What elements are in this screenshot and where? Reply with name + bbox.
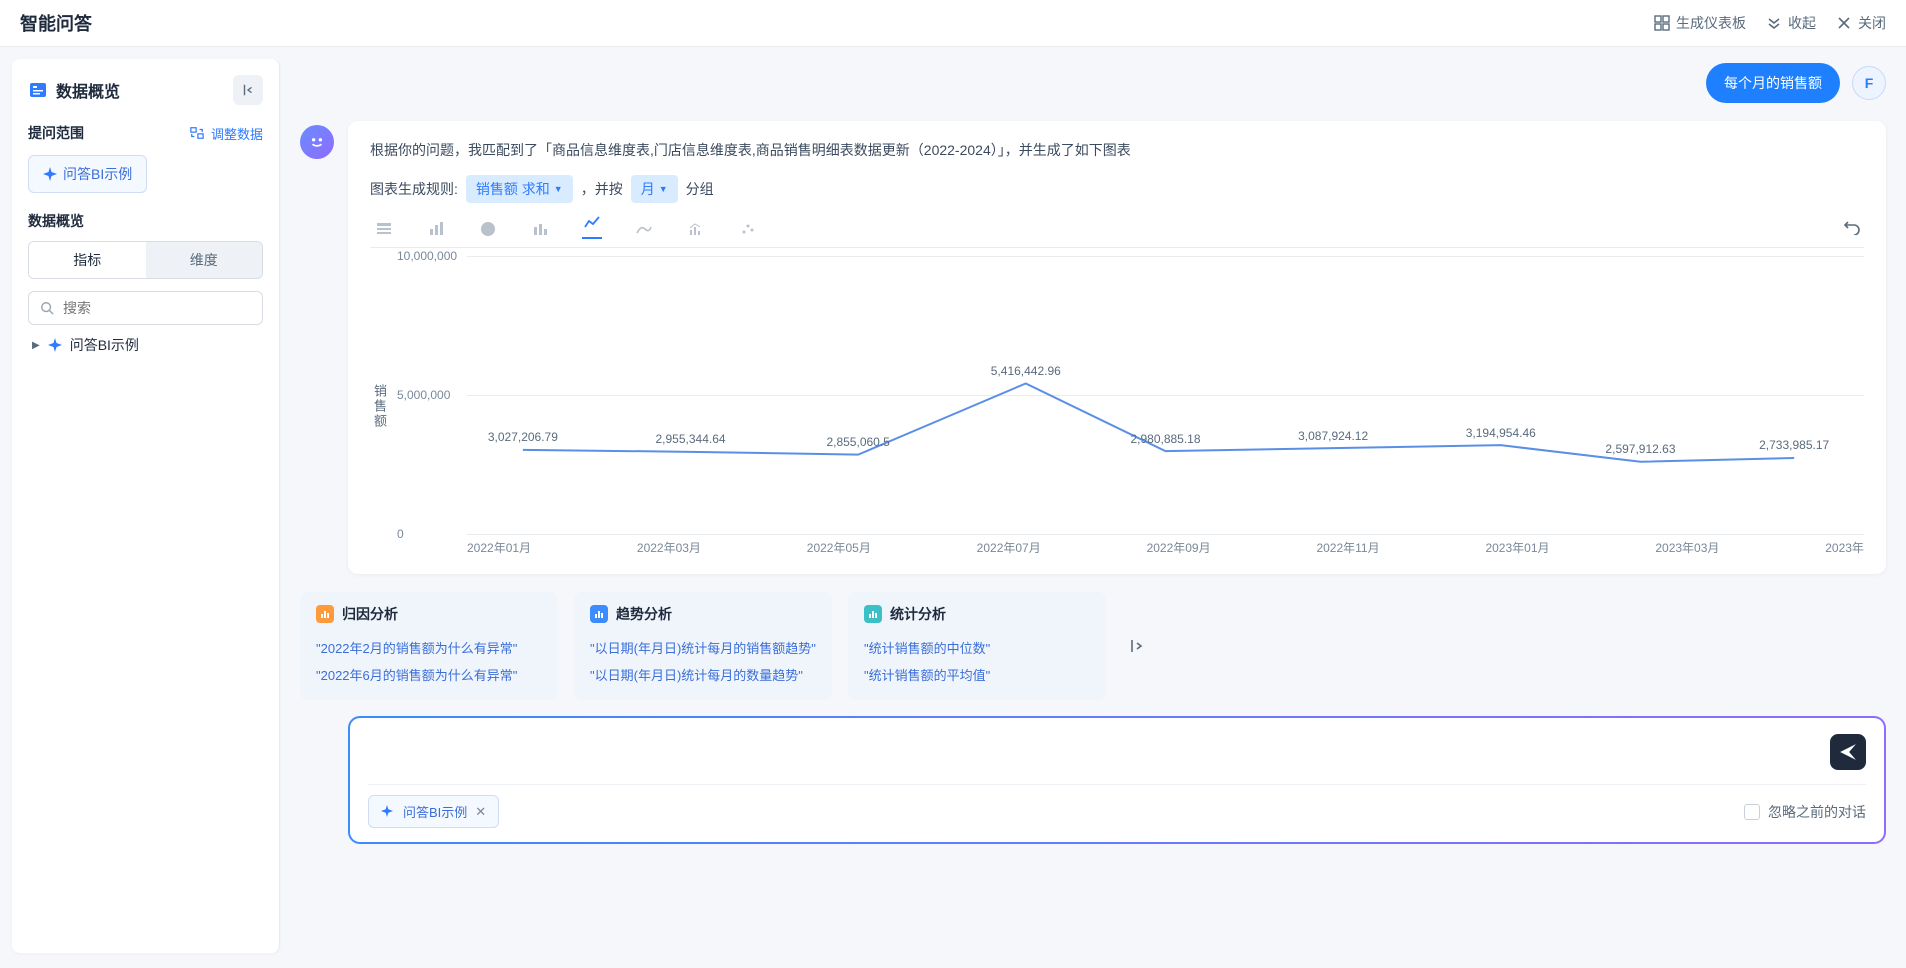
checkbox-icon <box>1744 804 1760 820</box>
ignore-previous-checkbox[interactable]: 忽略之前的对话 <box>1744 802 1866 822</box>
bot-avatar <box>300 125 334 159</box>
chart-type-scatter[interactable] <box>738 219 758 239</box>
x-tick: 2023年03月 <box>1655 539 1719 556</box>
data-point-label: 3,027,206.79 <box>488 430 558 444</box>
data-point-label: 3,194,954.46 <box>1466 426 1536 440</box>
adjust-icon <box>189 125 205 141</box>
y-tick: 5,000,000 <box>397 388 450 402</box>
user-avatar: F <box>1852 66 1886 100</box>
chart-type-table[interactable] <box>374 219 394 239</box>
x-tick: 2022年05月 <box>807 539 871 556</box>
top-header: 智能问答 生成仪表板 收起 关闭 <box>0 0 1906 47</box>
close-button[interactable]: 关闭 <box>1836 13 1886 33</box>
user-query-pill: 每个月的销售额 <box>1706 63 1840 103</box>
sidebar-collapse-button[interactable] <box>233 75 263 105</box>
data-point-label: 2,733,985.17 <box>1759 438 1829 452</box>
data-point-label: 5,416,442.96 <box>991 364 1061 378</box>
data-overview-icon <box>28 80 48 100</box>
suggestion-card: 趋势分析 "以日期(年月日)统计每月的销售额趋势""以日期(年月日)统计每月的数量… <box>574 592 832 700</box>
chevron-down-icon: ▼ <box>659 184 668 194</box>
data-point-label: 2,955,344.64 <box>655 432 725 446</box>
sidebar-title: 数据概览 <box>28 78 120 102</box>
data-point-label: 3,087,924.12 <box>1298 429 1368 443</box>
suggestion-item[interactable]: "统计销售额的平均值" <box>864 661 1090 688</box>
suggestion-item[interactable]: "以日期(年月日)统计每月的数量趋势" <box>590 661 816 688</box>
collapse-button[interactable]: 收起 <box>1766 13 1816 33</box>
suggestion-badge-icon <box>864 605 882 623</box>
x-tick: 2023年 <box>1825 539 1864 556</box>
send-button[interactable] <box>1830 734 1866 770</box>
x-tick: 2023年01月 <box>1485 539 1549 556</box>
chart-type-pie[interactable] <box>478 219 498 239</box>
tab-metric[interactable]: 指标 <box>29 242 146 278</box>
x-tick: 2022年07月 <box>977 539 1041 556</box>
suggestions-expand-button[interactable] <box>1122 592 1152 700</box>
y-tick: 10,000,000 <box>397 249 457 263</box>
adjust-data-link[interactable]: 调整数据 <box>189 124 263 143</box>
x-tick: 2022年09月 <box>1147 539 1211 556</box>
data-point-label: 2,597,912.63 <box>1605 442 1675 456</box>
chevron-down-double-icon <box>1766 15 1782 31</box>
generate-dashboard-button[interactable]: 生成仪表板 <box>1654 13 1746 33</box>
close-icon <box>1836 15 1852 31</box>
suggestion-item[interactable]: "以日期(年月日)统计每月的销售额趋势" <box>590 634 816 661</box>
sparkle-icon <box>381 805 395 819</box>
answer-card: 根据你的问题，我匹配到了「商品信息维度表,门店信息维度表,商品销售明细表数据更新… <box>348 121 1886 574</box>
x-tick: 2022年01月 <box>467 539 531 556</box>
chart-type-bar[interactable] <box>426 219 446 239</box>
sidebar-topic-chip[interactable]: 问答BI示例 <box>28 155 147 193</box>
chart-type-combo[interactable] <box>686 219 706 239</box>
sparkle-icon <box>48 338 62 352</box>
suggestion-title: 趋势分析 <box>616 604 672 624</box>
suggestion-badge-icon <box>316 605 334 623</box>
chat-input[interactable] <box>368 744 1830 760</box>
caret-right-icon: ▶ <box>32 340 40 351</box>
y-axis-label: 销售额 <box>370 384 397 429</box>
suggestion-card: 归因分析 "2022年2月的销售额为什么有异常""2022年6月的销售额为什么有异… <box>300 592 558 700</box>
undo-button[interactable] <box>1844 219 1860 239</box>
metric-chip[interactable]: 销售额 求和 ▼ <box>466 175 573 203</box>
suggestion-badge-icon <box>590 605 608 623</box>
chart-type-stacked-bar[interactable] <box>530 219 550 239</box>
chevron-down-icon: ▼ <box>554 184 563 194</box>
chart-type-line[interactable] <box>582 219 602 239</box>
chart-type-area[interactable] <box>634 219 654 239</box>
x-tick: 2022年03月 <box>637 539 701 556</box>
dashboard-icon <box>1654 15 1670 31</box>
suggestion-card: 统计分析 "统计销售额的中位数""统计销售额的平均值" <box>848 592 1106 700</box>
chart-type-toolbar <box>370 219 1864 248</box>
sparkle-icon <box>43 167 57 181</box>
x-tick: 2022年11月 <box>1316 539 1379 556</box>
search-icon <box>39 300 55 316</box>
chart-area: 销售额 05,000,00010,000,0002022年01月2022年03月… <box>370 256 1864 556</box>
sidebar: 数据概览 提问范围 调整数据 问答BI示例 数据概览 指标 维度 <box>12 59 280 953</box>
suggestion-title: 归因分析 <box>342 604 398 624</box>
answer-text: 根据你的问题，我匹配到了「商品信息维度表,门店信息维度表,商品销售明细表数据更新… <box>370 139 1864 161</box>
suggestion-item[interactable]: "2022年6月的销售额为什么有异常" <box>316 661 542 688</box>
suggestion-item[interactable]: "2022年2月的销售额为什么有异常" <box>316 634 542 661</box>
group-chip[interactable]: 月 ▼ <box>631 175 678 203</box>
search-box[interactable] <box>28 291 263 325</box>
tab-dimension[interactable]: 维度 <box>146 242 263 278</box>
suggestion-title: 统计分析 <box>890 604 946 624</box>
search-input[interactable] <box>63 300 252 316</box>
main-content: 每个月的销售额 F 根据你的问题，我匹配到了「商品信息维度表,门店信息维度表,商… <box>280 47 1906 965</box>
data-point-label: 2,980,885.18 <box>1130 432 1200 446</box>
input-context-chip[interactable]: 问答BI示例 ✕ <box>368 795 499 828</box>
metric-dimension-toggle: 指标 维度 <box>28 241 263 279</box>
chart-rule-row: 图表生成规则: 销售额 求和 ▼ ，并按 月 ▼ 分组 <box>370 175 1864 203</box>
page-title: 智能问答 <box>20 10 92 36</box>
y-tick: 0 <box>397 527 404 541</box>
suggestion-row: 归因分析 "2022年2月的销售额为什么有异常""2022年6月的销售额为什么有异… <box>300 592 1886 700</box>
tree-item-bi-example[interactable]: ▶ 问答BI示例 <box>28 325 263 365</box>
chip-remove-icon[interactable]: ✕ <box>475 804 486 820</box>
data-point-label: 2,855,060.5 <box>826 435 889 449</box>
overview-heading: 数据概览 <box>28 211 263 231</box>
suggestion-item[interactable]: "统计销售额的中位数" <box>864 634 1090 661</box>
chat-input-area: 问答BI示例 ✕ 忽略之前的对话 <box>348 716 1886 844</box>
scope-label: 提问范围 <box>28 123 84 143</box>
